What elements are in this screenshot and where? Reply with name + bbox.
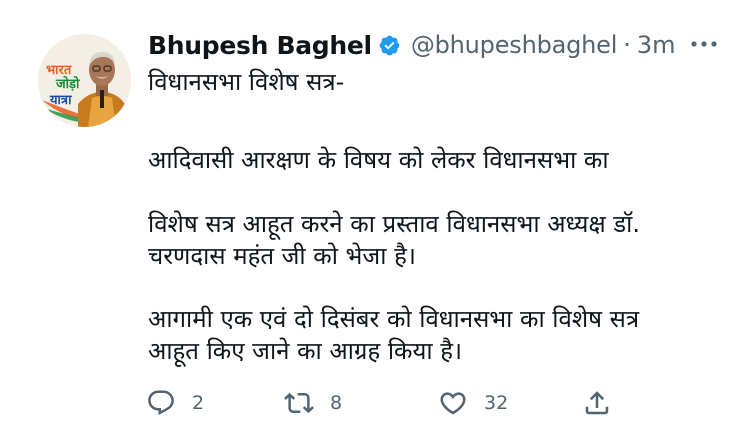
reply-count: 2 — [192, 392, 205, 414]
retweet-icon — [284, 392, 314, 414]
tweet[interactable]: भारत जोड़ो यात्रा Bhupesh Baghel @bhupes… — [0, 0, 750, 439]
avatar-image — [38, 34, 131, 127]
header-separator: · — [623, 31, 631, 59]
tweet-line: आदिवासी आरक्षण के विषय को लेकर विधानसभा … — [148, 146, 609, 174]
tweet-line: आहूत किए जाने का आग्रह किया है। — [148, 337, 463, 365]
share-button[interactable] — [582, 386, 612, 420]
retweet-button[interactable]: 8 — [284, 386, 342, 420]
avatar-logo-line-2: जोड़ो — [56, 77, 80, 92]
author-name[interactable]: Bhupesh Baghel — [148, 31, 372, 60]
action-bar: 2 8 32 — [140, 386, 620, 420]
share-icon — [585, 391, 609, 415]
tweet-line: आगामी एक एवं दो दिसंबर को विधानसभा का वि… — [148, 305, 640, 333]
tweet-line: विशेष सत्र आहूत करने का प्रस्ताव विधानसभ… — [148, 210, 640, 238]
author-handle[interactable]: @bhupeshbaghel — [411, 31, 618, 59]
verified-badge-icon — [378, 34, 401, 57]
heart-icon — [440, 392, 466, 415]
tweet-header: Bhupesh Baghel @bhupeshbaghel · 3m — [148, 28, 676, 62]
tweet-timestamp[interactable]: 3m — [637, 31, 676, 59]
reply-button[interactable]: 2 — [146, 386, 204, 420]
more-options-icon[interactable] — [684, 32, 724, 56]
like-button[interactable]: 32 — [438, 386, 508, 420]
retweet-count: 8 — [330, 392, 343, 414]
tweet-line: चरणदास महंत जी को भेजा है। — [148, 242, 416, 270]
avatar-logo-line-1: भारत — [46, 63, 72, 78]
tweet-line: विधानसभा विशेष सत्र- — [148, 68, 345, 96]
avatar[interactable]: भारत जोड़ो यात्रा — [38, 34, 131, 127]
avatar-logo-line-3: यात्रा — [50, 93, 72, 108]
like-count: 32 — [484, 392, 509, 414]
reply-icon — [148, 390, 174, 416]
